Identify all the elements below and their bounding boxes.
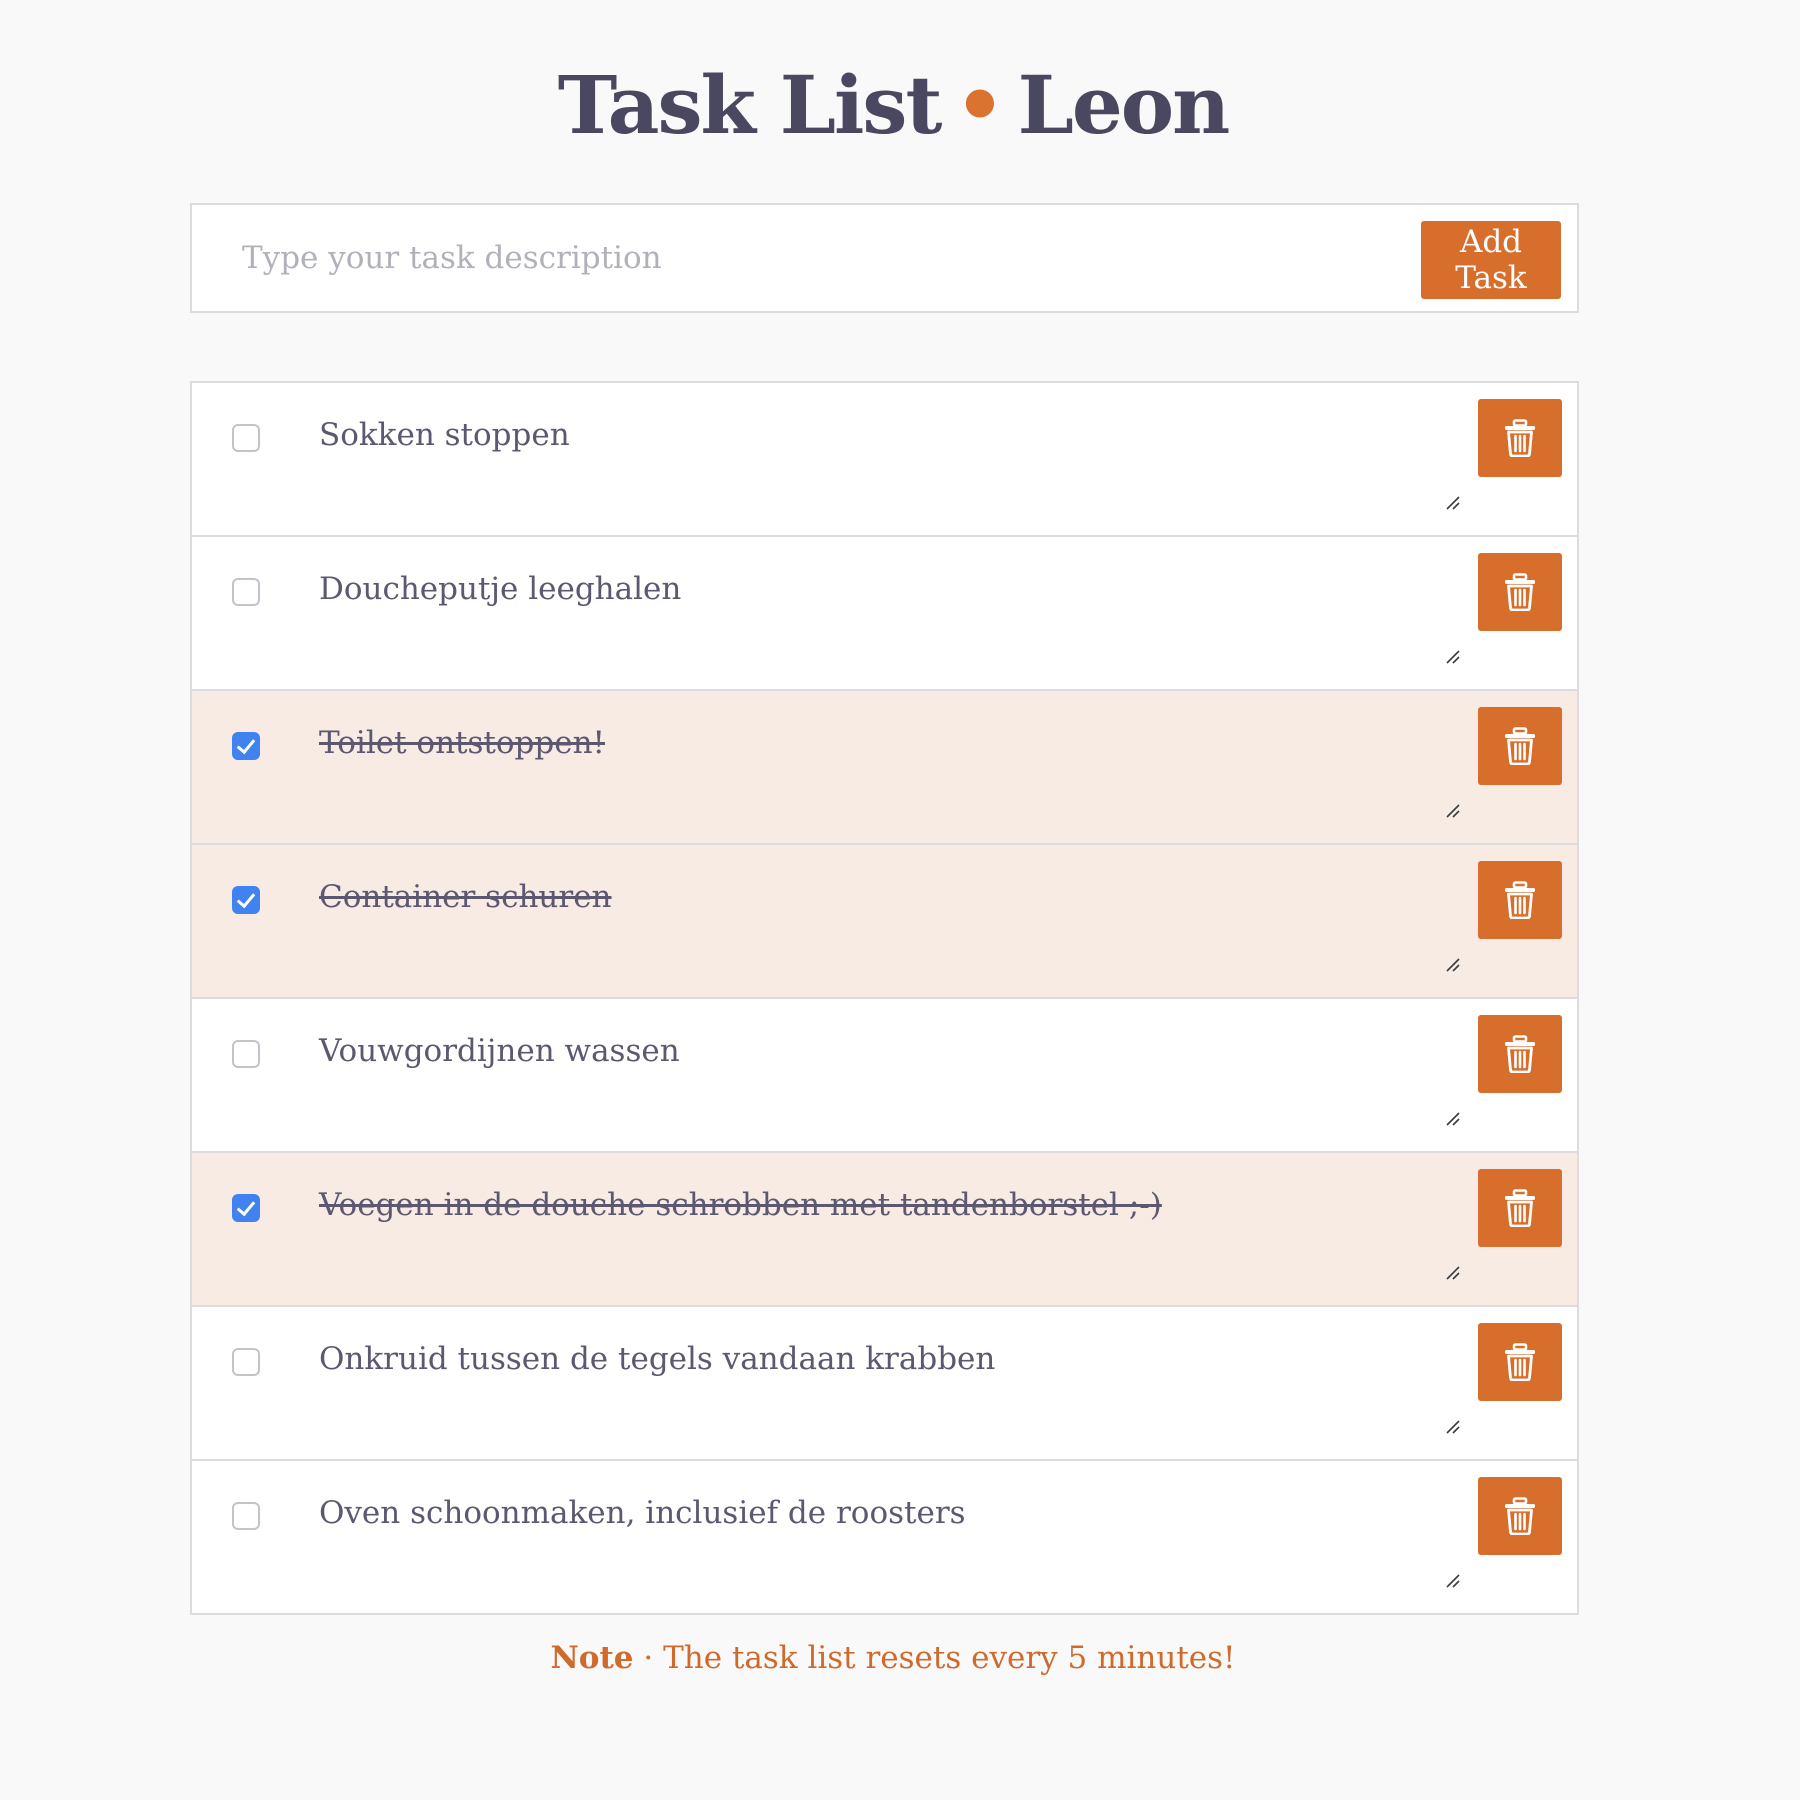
checkmark-icon [236,734,256,755]
title-main: Task List [557,58,943,152]
task-description[interactable]: Container schuren [319,875,1419,919]
resize-grip-icon[interactable] [1445,495,1461,511]
task-checkbox[interactable] [232,1348,260,1376]
task-description[interactable]: Vouwgordijnen wassen [319,1029,1419,1073]
task-checkbox[interactable] [232,424,260,452]
trash-icon [1505,1035,1535,1073]
delete-task-button[interactable] [1478,553,1562,631]
note-text: The task list resets every 5 minutes! [663,1640,1236,1676]
trash-icon [1505,573,1535,611]
resize-grip-icon[interactable] [1445,957,1461,973]
delete-task-button[interactable] [1478,399,1562,477]
trash-icon [1505,1189,1535,1227]
task-checkbox[interactable] [232,578,260,606]
delete-task-button[interactable] [1478,1015,1562,1093]
checkmark-icon [236,888,256,909]
task-checkbox[interactable] [232,886,260,914]
resize-grip-icon[interactable] [1445,1419,1461,1435]
trash-icon [1505,1497,1535,1535]
task-row: Oven schoonmaken, inclusief de roosters [192,1461,1577,1613]
title-user-name: Leon [1017,58,1231,152]
task-description[interactable]: Voegen in de douche schrobben met tanden… [319,1183,1419,1227]
reset-note: Note · The task list resets every 5 minu… [0,1640,1786,1676]
delete-task-button[interactable] [1478,1169,1562,1247]
trash-icon [1505,1343,1535,1381]
resize-grip-icon[interactable] [1445,649,1461,665]
task-checkbox[interactable] [232,1502,260,1530]
note-separator: · [643,1640,654,1676]
resize-grip-icon[interactable] [1445,1111,1461,1127]
trash-icon [1505,727,1535,765]
task-row: Sokken stoppen [192,383,1577,537]
task-row: Doucheputje leeghalen [192,537,1577,691]
task-row: Onkruid tussen de tegels vandaan krabben [192,1307,1577,1461]
delete-task-button[interactable] [1478,707,1562,785]
trash-icon [1505,881,1535,919]
task-row: Container schuren [192,845,1577,999]
task-description[interactable]: Doucheputje leeghalen [319,567,1419,611]
task-row: Voegen in de douche schrobben met tanden… [192,1153,1577,1307]
resize-grip-icon[interactable] [1445,1573,1461,1589]
task-description-input[interactable] [242,223,1352,293]
checkmark-icon [236,1196,256,1217]
note-label: Note [550,1640,634,1676]
task-checkbox[interactable] [232,1194,260,1222]
resize-grip-icon[interactable] [1445,1265,1461,1281]
resize-grip-icon[interactable] [1445,803,1461,819]
task-description[interactable]: Toilet ontstoppen! [319,721,1419,765]
task-checkbox[interactable] [232,732,260,760]
delete-task-button[interactable] [1478,861,1562,939]
page-title: Task List • Leon [0,55,1786,155]
task-row: Vouwgordijnen wassen [192,999,1577,1153]
delete-task-button[interactable] [1478,1323,1562,1401]
new-task-form: Add Task [190,203,1579,313]
delete-task-button[interactable] [1478,1477,1562,1555]
task-checkbox[interactable] [232,1040,260,1068]
trash-icon [1505,419,1535,457]
title-separator-dot: • [954,58,1005,152]
task-description[interactable]: Sokken stoppen [319,413,1419,457]
task-description[interactable]: Oven schoonmaken, inclusief de roosters [319,1491,1419,1535]
add-task-button[interactable]: Add Task [1421,221,1561,299]
task-row: Toilet ontstoppen! [192,691,1577,845]
task-description[interactable]: Onkruid tussen de tegels vandaan krabben [319,1337,1419,1381]
task-list: Sokken stoppen Doucheputje leeghalen Toi… [190,381,1579,1615]
